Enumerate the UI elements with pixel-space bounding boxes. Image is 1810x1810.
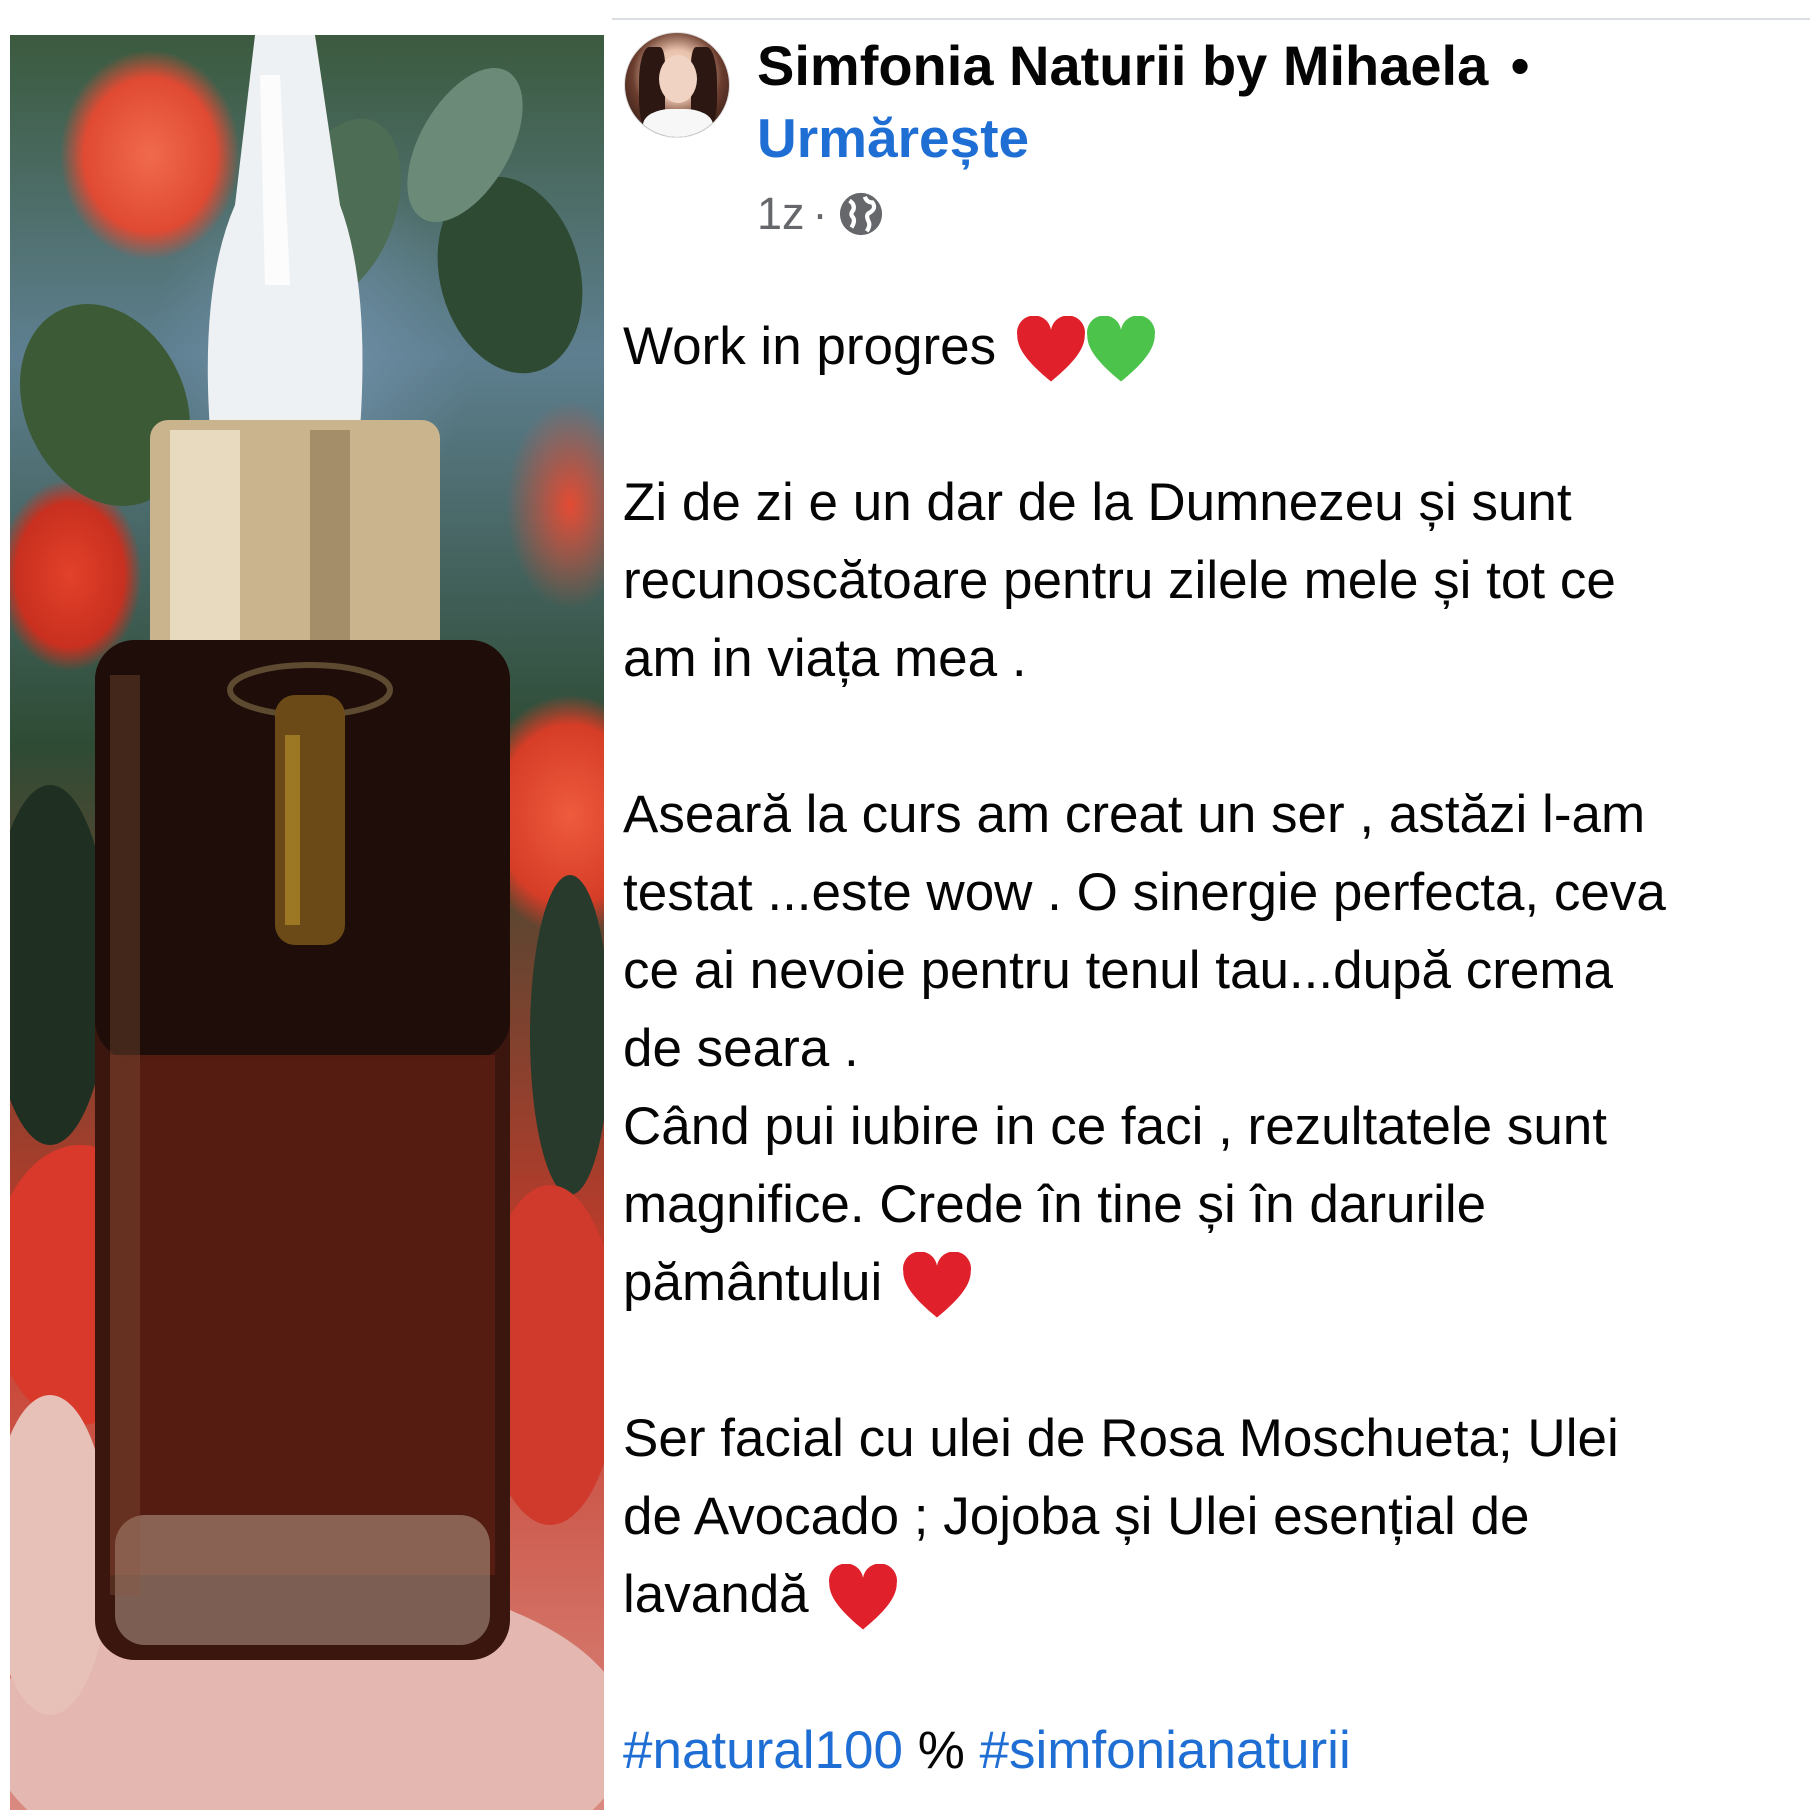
serum-bottle-illustration <box>10 35 604 1810</box>
follow-button[interactable]: Urmărește <box>757 106 1029 170</box>
post-line-text: lavandă <box>623 1565 809 1624</box>
post-meta: 1z · <box>757 186 884 242</box>
red-heart-icon <box>903 1252 971 1318</box>
hashtag-line: #natural100 % #simfonianaturii <box>623 1712 1803 1790</box>
post-line: de seara . <box>623 1019 859 1078</box>
hashtag-natural100[interactable]: #natural100 <box>623 1721 903 1780</box>
author-name[interactable]: Simfonia Naturii by Mihaela • <box>757 34 1530 98</box>
post-line-text: Work in progres <box>623 317 997 376</box>
post-line: lavandă <box>623 1556 1803 1634</box>
post-time[interactable]: 1z <box>757 186 805 242</box>
post-line: Aseară la curs am creat un ser , astăzi … <box>623 785 1646 844</box>
post-line: Work in progres <box>623 308 1803 386</box>
post-line: Ser facial cu ulei de Rosa Moschueta; Ul… <box>623 1409 1619 1468</box>
post-line: pământului <box>623 1244 1803 1322</box>
post-line: de Avocado ; Jojoba și Ulei esențial de <box>623 1487 1530 1546</box>
globe-icon <box>839 192 882 236</box>
top-divider <box>612 18 1810 20</box>
post-line: ce ai nevoie pentru tenul tau...după cre… <box>623 941 1613 1000</box>
separator-dot: • <box>1510 34 1530 97</box>
author-name-text[interactable]: Simfonia Naturii by Mihaela <box>757 34 1488 97</box>
post-line: magnifice. Crede în tine și în darurile <box>623 1175 1487 1234</box>
post-body: Work in progres Zi de zi e un dar de la … <box>623 308 1803 1790</box>
post-line: Zi de zi e un dar de la Dumnezeu și sunt <box>623 473 1572 532</box>
green-heart-icon <box>1086 316 1155 382</box>
post-line: testat ...este wow . O sinergie perfecta… <box>623 863 1666 922</box>
post-line: Când pui iubire in ce faci , rezultatele… <box>623 1097 1607 1156</box>
red-heart-icon <box>1016 316 1085 382</box>
red-heart-icon <box>829 1564 898 1630</box>
post-line: am in viața mea . <box>623 629 1027 688</box>
avatar[interactable] <box>624 32 730 138</box>
post-line: recunoscătoare pentru zilele mele și tot… <box>623 551 1616 610</box>
hashtag-simfonianaturii[interactable]: #simfonianaturii <box>980 1721 1351 1780</box>
post-line-text: pământului <box>623 1253 883 1312</box>
hashtag-separator: % <box>902 1721 980 1780</box>
meta-separator: · <box>812 188 828 239</box>
post-photo[interactable] <box>10 35 604 1810</box>
